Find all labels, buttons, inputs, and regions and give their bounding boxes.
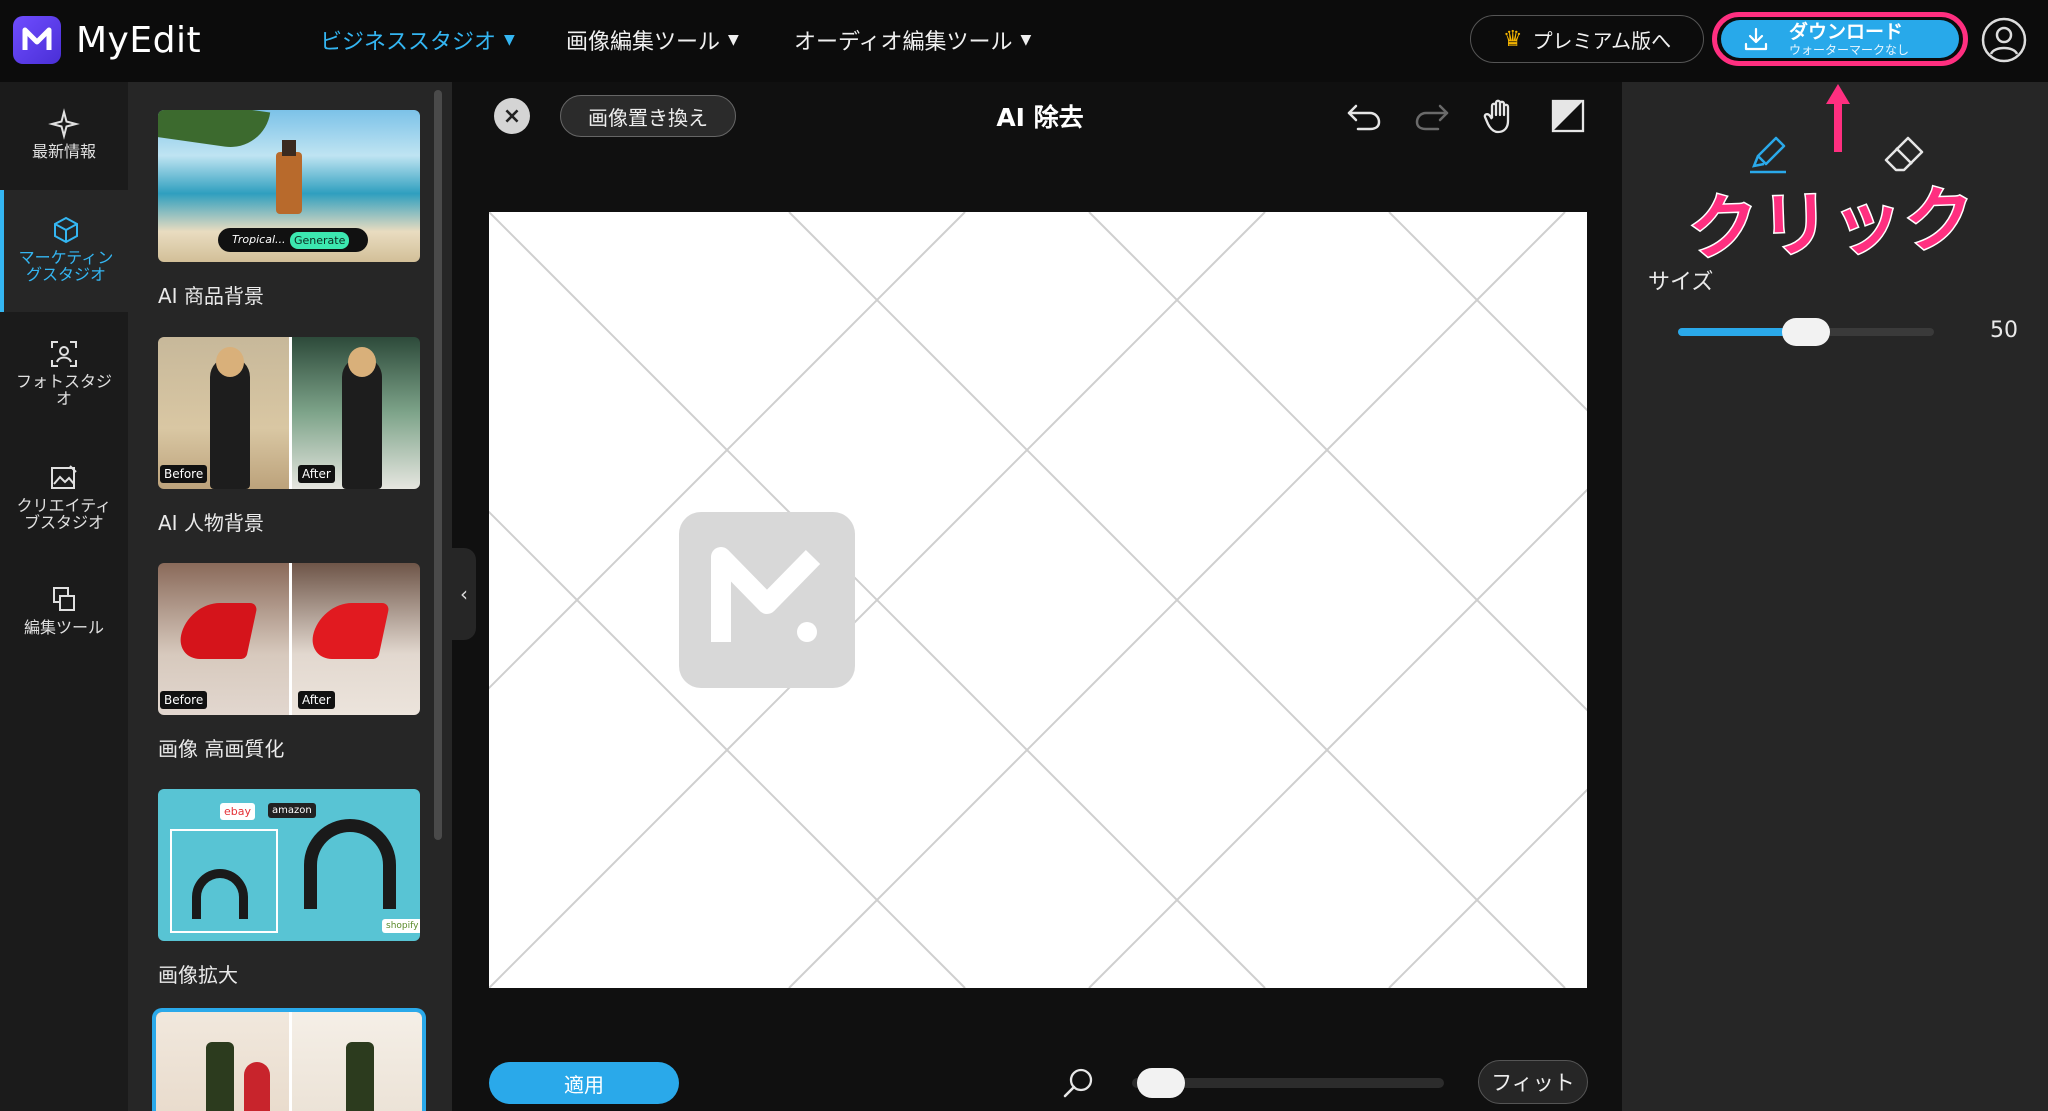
ai-product-bg-thumbnail: Tropical... Generate bbox=[158, 110, 420, 262]
chevron-down-icon: ▼ bbox=[1020, 32, 1032, 48]
layers-icon bbox=[53, 587, 75, 611]
premium-label: プレミアム版へ bbox=[1532, 28, 1672, 53]
nav-label: オーディオ編集ツール bbox=[794, 30, 1013, 55]
chevron-down-icon: ▼ bbox=[728, 32, 739, 48]
cube-icon bbox=[54, 216, 78, 244]
nav-label: 画像編集ツール bbox=[566, 30, 721, 55]
ebay-logo: ebay bbox=[220, 803, 256, 820]
redo-icon[interactable] bbox=[1412, 96, 1452, 136]
download-sublabel: ウォーターマークなし bbox=[1789, 42, 1910, 57]
close-icon: × bbox=[502, 103, 522, 129]
thumb-prompt-text: Tropical... bbox=[232, 233, 286, 246]
annotation-arrow-icon bbox=[1826, 84, 1850, 152]
image-upscale-thumbnail: ebay amazon shopify bbox=[158, 789, 420, 941]
tool-card-ai-product-bg[interactable]: Tropical... Generate AI 商品背景 bbox=[158, 110, 420, 309]
nav-label: ビジネススタジオ bbox=[320, 30, 497, 55]
brand-name[interactable]: MyEdit bbox=[76, 20, 201, 61]
download-icon bbox=[1744, 27, 1768, 51]
hand-pan-icon[interactable] bbox=[1480, 96, 1520, 136]
download-highlight: ダウンロード ウォーターマークなし bbox=[1712, 12, 1968, 66]
download-button[interactable]: ダウンロード ウォーターマークなし bbox=[1721, 20, 1959, 58]
nav-image-tools[interactable]: 画像編集ツール ▼ bbox=[566, 24, 739, 56]
annotation-click-text: クリック bbox=[1685, 176, 1979, 271]
after-tag: After bbox=[298, 691, 335, 709]
chevron-down-icon: ▼ bbox=[504, 32, 515, 48]
rail-item-news[interactable]: 最新情報 bbox=[0, 108, 128, 161]
tool-card-label: AI 人物背景 bbox=[158, 511, 264, 535]
brush-size-value: 50 bbox=[1990, 318, 2018, 343]
rail-item-marketing-studio[interactable]: マーケティングスタジオ bbox=[0, 190, 128, 312]
image-edit-icon bbox=[51, 465, 77, 489]
rail-label: フォトスタジオ bbox=[15, 372, 112, 408]
thumb-generate-tag: Generate bbox=[290, 232, 350, 249]
compare-toggle-icon[interactable] bbox=[1548, 96, 1588, 136]
premium-button[interactable]: ♛ プレミアム版へ bbox=[1470, 15, 1704, 63]
rail-item-creative-studio[interactable]: クリエイティブスタジオ bbox=[0, 462, 128, 532]
tool-card-image-enhance[interactable]: Before After 画像 高画質化 bbox=[158, 563, 420, 762]
tool-card-image-upscale[interactable]: ebay amazon shopify 画像拡大 bbox=[158, 789, 420, 988]
after-tag: After bbox=[298, 465, 335, 483]
image-canvas[interactable] bbox=[489, 212, 1587, 988]
fit-button[interactable]: フィット bbox=[1478, 1060, 1588, 1104]
zoom-slider-handle[interactable] bbox=[1137, 1068, 1186, 1098]
myedit-logo[interactable] bbox=[13, 16, 61, 64]
before-tag: Before bbox=[160, 691, 208, 709]
tool-card-ai-removal-selected[interactable] bbox=[152, 1008, 426, 1111]
apply-button[interactable]: 適用 bbox=[489, 1062, 679, 1104]
account-icon[interactable] bbox=[1980, 16, 2028, 64]
tool-card-label: 画像 高画質化 bbox=[158, 737, 285, 761]
editor-title: AI 除去 bbox=[996, 103, 1084, 132]
top-header: MyEdit ビジネススタジオ ▼ 画像編集ツール ▼ オーディオ編集ツール ▼… bbox=[0, 0, 2048, 82]
shopify-logo: shopify bbox=[382, 919, 420, 933]
portrait-scan-icon bbox=[51, 341, 77, 367]
tool-list-scrollbar[interactable] bbox=[434, 90, 442, 840]
rail-item-photo-studio[interactable]: フォトスタジオ bbox=[0, 338, 128, 408]
tool-card-label: 画像拡大 bbox=[158, 963, 238, 987]
image-enhance-thumbnail: Before After bbox=[158, 563, 420, 715]
tool-card-label: AI 商品背景 bbox=[158, 284, 264, 308]
amazon-logo: amazon bbox=[268, 803, 316, 818]
before-tag: Before bbox=[160, 465, 208, 483]
ai-person-bg-thumbnail: Before After bbox=[158, 337, 420, 489]
nav-business-studio[interactable]: ビジネススタジオ ▼ bbox=[320, 24, 515, 56]
tool-card-ai-person-bg[interactable]: Before After AI 人物背景 bbox=[158, 337, 420, 536]
rail-label: クリエイティブスタジオ bbox=[16, 496, 112, 532]
rail-item-edit-tools[interactable]: 編集ツール bbox=[0, 584, 128, 637]
brush-size-slider-handle[interactable] bbox=[1782, 318, 1830, 346]
canvas-placeholder-pattern bbox=[489, 212, 1587, 988]
nav-audio-tools[interactable]: オーディオ編集ツール ▼ bbox=[794, 24, 1031, 56]
sparkle-icon bbox=[48, 108, 80, 140]
chevron-left-icon: ‹ bbox=[460, 582, 468, 606]
undo-icon[interactable] bbox=[1344, 96, 1384, 136]
rail-label: マーケティングスタジオ bbox=[18, 248, 114, 284]
rail-label: 編集ツール bbox=[23, 618, 104, 637]
collapse-panel-button[interactable]: ‹ bbox=[452, 548, 476, 640]
rail-label: 最新情報 bbox=[31, 142, 96, 161]
close-button[interactable]: × bbox=[494, 98, 530, 134]
crown-icon: ♛ bbox=[1502, 26, 1523, 52]
download-label: ダウンロード bbox=[1789, 20, 1904, 43]
logo-mark-icon bbox=[22, 27, 52, 50]
search-icon[interactable] bbox=[1062, 1066, 1096, 1100]
replace-image-button[interactable]: 画像置き換え bbox=[560, 95, 736, 137]
